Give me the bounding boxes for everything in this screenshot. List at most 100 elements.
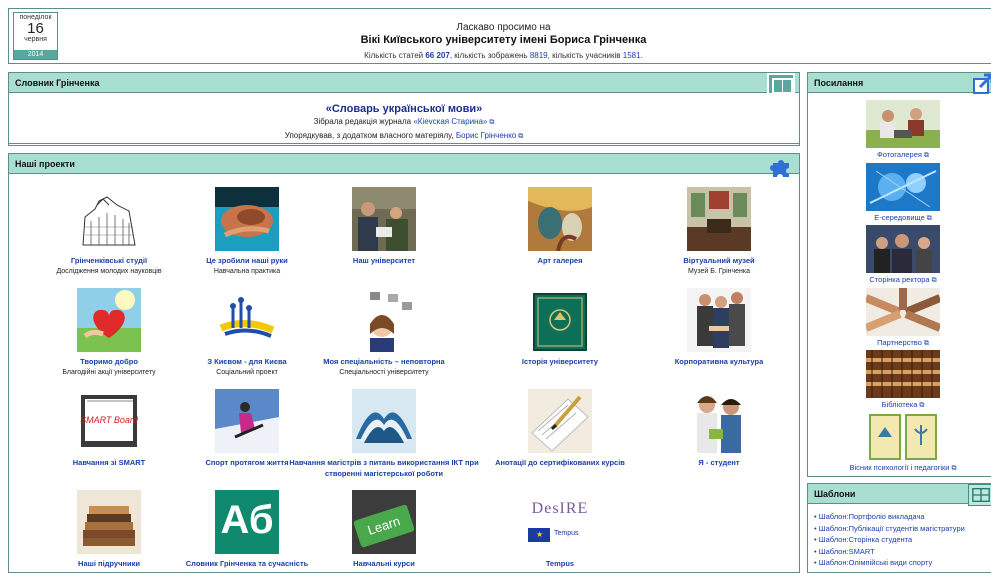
project-desc: Спеціальності університету — [339, 369, 429, 376]
rector-page-image[interactable] — [866, 225, 940, 273]
with-kyiv-image[interactable] — [215, 288, 279, 352]
desire-logo: DesIRE — [531, 500, 589, 517]
project-title[interactable]: Це зробили наші руки — [167, 255, 327, 266]
project-title[interactable]: Історія університету — [480, 356, 640, 367]
project-title[interactable]: Корпоративна культура — [639, 356, 799, 367]
project-title[interactable]: Анотації до сертифікованих курсів — [480, 457, 640, 468]
book-icon — [767, 73, 795, 95]
link-title-text[interactable]: Вісник психології і педагогіки — [850, 463, 950, 472]
project-title[interactable]: Наші підручники — [29, 558, 189, 569]
link-title[interactable]: Бібліотека ⧉ — [808, 400, 991, 410]
virtual-museum-image[interactable] — [687, 187, 751, 251]
library-image[interactable] — [866, 350, 940, 398]
members-count[interactable]: 1581 — [623, 51, 641, 60]
sport-image[interactable] — [215, 389, 279, 453]
project-item[interactable]: Моя спеціальність – неповторна Спеціальн… — [304, 288, 464, 376]
project-desc: Соціальний проект — [216, 369, 278, 376]
template-link[interactable]: Шаблон:Сторінка студента — [814, 534, 965, 546]
masters-ict-image[interactable] — [352, 389, 416, 453]
articles-count[interactable]: 66 207 — [425, 51, 449, 60]
external-link-icon: ⧉ — [923, 152, 929, 159]
smart-image[interactable]: SMART Board — [77, 389, 141, 453]
project-title[interactable]: Грінченківські студії — [29, 255, 189, 266]
project-title[interactable]: Навчання магістрів з питань використання… — [284, 457, 484, 479]
link-title-text[interactable]: Е-середовище — [874, 213, 925, 222]
project-title[interactable]: Навчальні курси — [304, 558, 464, 569]
kievskaya-starina-link[interactable]: «Кievская Старина» — [413, 117, 487, 126]
link-title[interactable]: Е-середовище ⧉ — [808, 213, 991, 223]
training-courses-image[interactable]: Learn — [352, 490, 416, 554]
link-title[interactable]: Вісник психології і педагогіки ⧉ — [808, 463, 991, 473]
link-title[interactable]: Партнерство ⧉ — [808, 338, 991, 348]
project-title[interactable]: Творимо добро — [29, 356, 189, 367]
corporate-culture-image[interactable] — [687, 288, 751, 352]
project-item[interactable]: Анотації до сертифікованих курсів — [480, 389, 640, 470]
photo-gallery-image[interactable] — [866, 100, 940, 148]
psychology-journal-image[interactable] — [866, 413, 940, 461]
project-item[interactable]: Аб Словник Грінченка та сучасність — [167, 490, 327, 571]
template-link[interactable]: Шаблон:Публікації студентів магістратури — [814, 523, 965, 535]
link-title-text[interactable]: Сторінка ректора — [869, 275, 929, 284]
project-item[interactable]: DesIRE ★ Tempus Tempus — [480, 490, 640, 571]
link-item[interactable]: Фотогалерея ⧉ — [808, 100, 991, 160]
external-link-icon: ⧉ — [931, 277, 937, 284]
project-title[interactable]: Моя спеціальність – неповторна — [304, 356, 464, 367]
project-item[interactable]: Грінченківські студії Дослідження молоди… — [29, 187, 189, 275]
grinchenko-studies-image[interactable] — [77, 187, 141, 251]
i-am-student-image[interactable] — [687, 389, 751, 453]
stats-mid2: , кількість учасників — [547, 51, 623, 60]
project-item[interactable]: Корпоративна культура — [639, 288, 799, 369]
project-title[interactable]: Арт галерея — [480, 255, 640, 266]
link-item[interactable]: Бібліотека ⧉ — [808, 350, 991, 410]
boris-grinchenko-link[interactable]: Борис Грінченко — [456, 131, 516, 140]
template-link[interactable]: Шаблон:Портфоліо викладача — [814, 511, 965, 523]
external-link-icon: ⧉ — [923, 340, 929, 347]
project-item[interactable]: Творимо добро Благодійні акції університ… — [29, 288, 189, 376]
my-specialty-image[interactable] — [352, 288, 416, 352]
link-item[interactable]: Е-середовище ⧉ — [808, 163, 991, 223]
tempus-image[interactable]: DesIRE ★ Tempus — [520, 490, 600, 554]
project-item[interactable]: Арт галерея — [480, 187, 640, 268]
project-item[interactable]: Це зробили наші руки Навчальна практика — [167, 187, 327, 275]
project-item[interactable]: Я - студент — [639, 389, 799, 470]
link-title[interactable]: Фотогалерея ⧉ — [808, 150, 991, 160]
link-item[interactable]: Партнерство ⧉ — [808, 288, 991, 348]
template-link[interactable]: Шаблон:Олімпійські види спорту — [814, 557, 965, 569]
project-item[interactable]: Історія університету — [480, 288, 640, 369]
project-item[interactable]: Навчання магістрів з питань використання… — [284, 389, 484, 481]
link-item[interactable]: Вісник психології і педагогіки ⧉ — [808, 413, 991, 473]
project-item[interactable]: Наші підручники — [29, 490, 189, 571]
projects-panel-header: Наші проекти — [9, 154, 799, 177]
template-link[interactable]: Шаблон:SMART — [814, 546, 965, 558]
our-university-image[interactable] — [352, 187, 416, 251]
grinchenko-dictionary-image[interactable]: Аб — [215, 490, 279, 554]
project-item[interactable]: Наш університет — [304, 187, 464, 268]
do-good-image[interactable] — [77, 288, 141, 352]
dictionary-title[interactable]: «Словарь української мови» — [9, 103, 799, 115]
link-title-text[interactable]: Партнерство — [877, 338, 922, 347]
art-gallery-image[interactable] — [528, 187, 592, 251]
project-title[interactable]: Віртуальний музей — [639, 255, 799, 266]
project-item[interactable]: Віртуальний музей Музей Б. Грінченка — [639, 187, 799, 275]
our-textbooks-image[interactable] — [77, 490, 141, 554]
project-title[interactable]: Навчання зі SMART — [29, 457, 189, 468]
project-title[interactable]: Tempus — [480, 558, 640, 569]
link-item[interactable]: Сторінка ректора ⧉ — [808, 225, 991, 285]
e-environment-image[interactable] — [866, 163, 940, 211]
project-title[interactable]: Я - студент — [639, 457, 799, 468]
partnership-image[interactable] — [866, 288, 940, 336]
course-annotations-image[interactable] — [528, 389, 592, 453]
link-title[interactable]: Сторінка ректора ⧉ — [808, 275, 991, 285]
link-title-text[interactable]: Бібліотека — [882, 400, 918, 409]
external-link-icon: ⧉ — [489, 119, 495, 126]
link-title-text[interactable]: Фотогалерея — [877, 150, 922, 159]
images-count[interactable]: 8819 — [530, 51, 548, 60]
project-item[interactable]: З Києвом - для Києва Соціальний проект — [167, 288, 327, 376]
project-item[interactable]: SMART Board Навчання зі SMART — [29, 389, 189, 470]
project-title[interactable]: З Києвом - для Києва — [167, 356, 327, 367]
project-item[interactable]: Learn Навчальні курси — [304, 490, 464, 571]
handmade-image[interactable] — [215, 187, 279, 251]
university-history-image[interactable] — [528, 288, 592, 352]
project-title[interactable]: Словник Грінченка та сучасність — [167, 558, 327, 569]
project-title[interactable]: Наш університет — [304, 255, 464, 266]
